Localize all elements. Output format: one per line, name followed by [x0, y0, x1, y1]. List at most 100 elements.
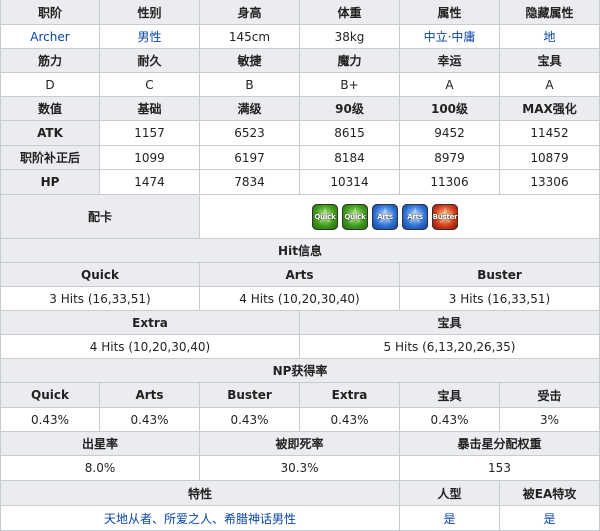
class-link[interactable]: Archer: [0, 25, 100, 49]
stat-cell: 6197: [200, 146, 300, 170]
np-gain-title: NP获得率: [0, 359, 600, 383]
traits-value-row: 天地从者、所爱之人、希腊神话男性 是 是: [0, 506, 600, 531]
np-noble-phantasm-value: 0.43%: [400, 408, 500, 432]
quick-card-icon: ★ Quick: [342, 203, 368, 230]
basic-value-row: Archer 男性 145cm 38kg 中立·中庸 地: [0, 25, 600, 49]
noble-phantasm-rank-value: A: [500, 73, 600, 97]
hit-header-row: Quick Arts Buster: [0, 263, 600, 287]
stat-cell: 13306: [500, 170, 600, 195]
ea-weakness-link[interactable]: 是: [500, 506, 600, 531]
humanoid-link[interactable]: 是: [400, 506, 500, 531]
np-header-arts: Arts: [100, 383, 200, 408]
header-gender: 性别: [100, 0, 200, 25]
hit-header-row-2: Extra 宝具: [0, 311, 600, 335]
stat-label: 职阶补正后: [0, 146, 100, 170]
header-max-level: 满级: [200, 97, 300, 121]
deck-row: 配卡 ★ Quick ★ Quick ★ Arts ★ Arts ★ Buster: [0, 195, 600, 239]
header-star-weight: 暴击星分配权重: [400, 432, 600, 456]
stat-cell: 9452: [400, 121, 500, 146]
np-header-extra: Extra: [300, 383, 400, 408]
hit-info-title-row: Hit信息: [0, 239, 600, 263]
header-extra: Extra: [0, 311, 300, 335]
stat-cell: 11306: [400, 170, 500, 195]
stat-cell: 8615: [300, 121, 400, 146]
header-attribute: 属性: [400, 0, 500, 25]
header-height: 身高: [200, 0, 300, 25]
attribute-link[interactable]: 中立·中庸: [400, 25, 500, 49]
header-strength: 筋力: [0, 49, 100, 73]
header-arts: Arts: [200, 263, 400, 287]
hit-value-row-2: 4 Hits (10,20,30,40) 5 Hits (6,13,20,26,…: [0, 335, 600, 359]
np-defense-value: 3%: [500, 408, 600, 432]
header-mana: 魔力: [300, 49, 400, 73]
np-header-defense: 受击: [500, 383, 600, 408]
traits-header-row: 特性 人型 被EA特攻: [0, 481, 600, 506]
stat-cell: 10314: [300, 170, 400, 195]
buster-card-icon: ★ Buster: [432, 203, 458, 230]
height-value: 145cm: [200, 25, 300, 49]
deck-label: 配卡: [0, 195, 200, 239]
header-star-rate: 出星率: [0, 432, 200, 456]
death-rate-value: 30.3%: [200, 456, 400, 481]
gender-link[interactable]: 男性: [100, 25, 200, 49]
stat-cell: 10879: [500, 146, 600, 170]
header-level-90: 90级: [300, 97, 400, 121]
quick-hits: 3 Hits (16,33,51): [0, 287, 200, 311]
header-class: 职阶: [0, 0, 100, 25]
header-luck: 幸运: [400, 49, 500, 73]
stat-label: ATK: [0, 121, 100, 146]
header-noble-phantasm: 宝具: [500, 49, 600, 73]
star-header-row: 出星率 被即死率 暴击星分配权重: [0, 432, 600, 456]
params-header-row: 筋力 耐久 敏捷 魔力 幸运 宝具: [0, 49, 600, 73]
hidden-attribute-link[interactable]: 地: [500, 25, 600, 49]
stat-cell: 8184: [300, 146, 400, 170]
deck-cards: ★ Quick ★ Quick ★ Arts ★ Arts ★ Buster: [200, 195, 600, 239]
header-max-fou: MAX强化: [500, 97, 600, 121]
np-gain-title-row: NP获得率: [0, 359, 600, 383]
np-value-row: 0.43% 0.43% 0.43% 0.43% 0.43% 3%: [0, 408, 600, 432]
header-buster: Buster: [400, 263, 600, 287]
star-value-row: 8.0% 30.3% 153: [0, 456, 600, 481]
header-ea-weakness: 被EA特攻: [500, 481, 600, 506]
np-header-buster: Buster: [200, 383, 300, 408]
np-quick-value: 0.43%: [0, 408, 100, 432]
header-agility: 敏捷: [200, 49, 300, 73]
weight-value: 38kg: [300, 25, 400, 49]
header-base: 基础: [100, 97, 200, 121]
traits-link[interactable]: 天地从者、所爱之人、希腊神话男性: [0, 506, 400, 531]
basic-header-row: 职阶 性别 身高 体重 属性 隐藏属性: [0, 0, 600, 25]
quick-card-icon: ★ Quick: [312, 203, 338, 230]
star-weight-value: 153: [400, 456, 600, 481]
stat-cell: 1474: [100, 170, 200, 195]
arts-card-icon: ★ Arts: [402, 203, 428, 230]
np-arts-value: 0.43%: [100, 408, 200, 432]
stats-row-atk: ATK 1157 6523 8615 9452 11452: [0, 121, 600, 146]
hit-value-row: 3 Hits (16,33,51) 4 Hits (10,20,30,40) 3…: [0, 287, 600, 311]
np-header-noble-phantasm: 宝具: [400, 383, 500, 408]
np-header-row: Quick Arts Buster Extra 宝具 受击: [0, 383, 600, 408]
header-np-hits: 宝具: [300, 311, 600, 335]
header-quick: Quick: [0, 263, 200, 287]
arts-hits: 4 Hits (10,20,30,40): [200, 287, 400, 311]
np-extra-value: 0.43%: [300, 408, 400, 432]
header-humanoid: 人型: [400, 481, 500, 506]
hit-info-title: Hit信息: [0, 239, 600, 263]
stats-header-row: 数值 基础 满级 90级 100级 MAX强化: [0, 97, 600, 121]
servant-stats-table: 职阶 性别 身高 体重 属性 隐藏属性 Archer 男性 145cm 38kg…: [0, 0, 600, 531]
stat-cell: 11452: [500, 121, 600, 146]
stat-cell: 6523: [200, 121, 300, 146]
header-endurance: 耐久: [100, 49, 200, 73]
np-hits: 5 Hits (6,13,20,26,35): [300, 335, 600, 359]
stat-label: HP: [0, 170, 100, 195]
header-stat: 数值: [0, 97, 100, 121]
header-traits: 特性: [0, 481, 400, 506]
np-buster-value: 0.43%: [200, 408, 300, 432]
stat-cell: 1099: [100, 146, 200, 170]
stat-cell: 1157: [100, 121, 200, 146]
header-level-100: 100级: [400, 97, 500, 121]
stat-cell: 8979: [400, 146, 500, 170]
mana-value: B+: [300, 73, 400, 97]
stat-cell: 7834: [200, 170, 300, 195]
strength-value: D: [0, 73, 100, 97]
np-header-quick: Quick: [0, 383, 100, 408]
